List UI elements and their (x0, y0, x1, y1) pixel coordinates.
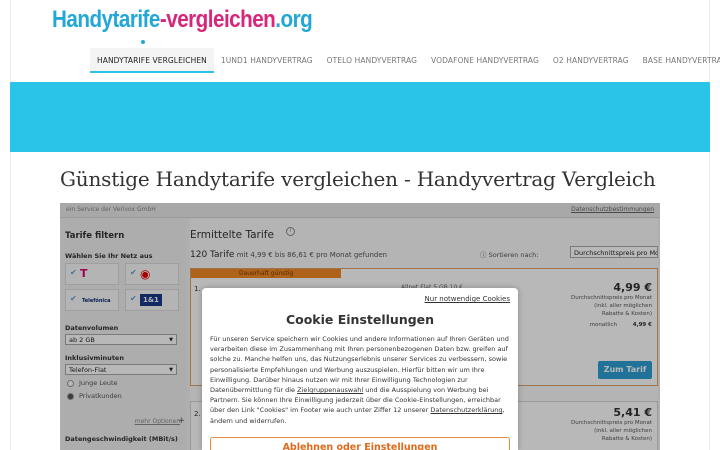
nav-item-1und1[interactable]: 1UND1 HANDYVERTRAG (214, 48, 320, 73)
main-nav: HANDYTARIFE VERGLEICHEN 1UND1 HANDYVERTR… (90, 48, 720, 73)
logo-text-part3: .org (275, 6, 313, 33)
site-logo[interactable]: Handytarife-vergleichen.org (52, 4, 313, 36)
logo-text-part2: -vergleichen (159, 6, 276, 33)
hero-banner (10, 82, 710, 152)
nav-item-o2[interactable]: O2 HANDYVERTRAG (546, 48, 636, 73)
logo-text-part1: Handytarife (52, 6, 160, 33)
datenschutzerklaerung-link[interactable]: Datenschutzerklärung (430, 406, 502, 414)
cookie-modal: Nur notwendige Cookies Cookie Einstellun… (202, 288, 518, 450)
cookie-modal-title: Cookie Einstellungen (285, 312, 435, 327)
nav-item-handytarife-vergleichen[interactable]: HANDYTARIFE VERGLEICHEN (90, 48, 214, 73)
nav-item-otelo[interactable]: OTELO HANDYVERTRAG (320, 48, 424, 73)
nav-item-base[interactable]: BASE HANDYVERTRAG (636, 48, 720, 73)
logo-dot-icon (141, 40, 145, 44)
page-title: Günstige Handytarife vergleichen - Handy… (60, 167, 656, 191)
zielgruppenauswahl-link[interactable]: Zielgruppenauswahl (297, 386, 363, 394)
necessary-cookies-link[interactable]: Nur notwendige Cookies (425, 295, 510, 303)
nav-item-vodafone[interactable]: VODAFONE HANDYVERTRAG (424, 48, 546, 73)
reject-or-settings-button[interactable]: Ablehnen oder Einstellungen (210, 437, 510, 450)
cookie-modal-text: Für unseren Service speichern wir Cookie… (210, 334, 512, 426)
